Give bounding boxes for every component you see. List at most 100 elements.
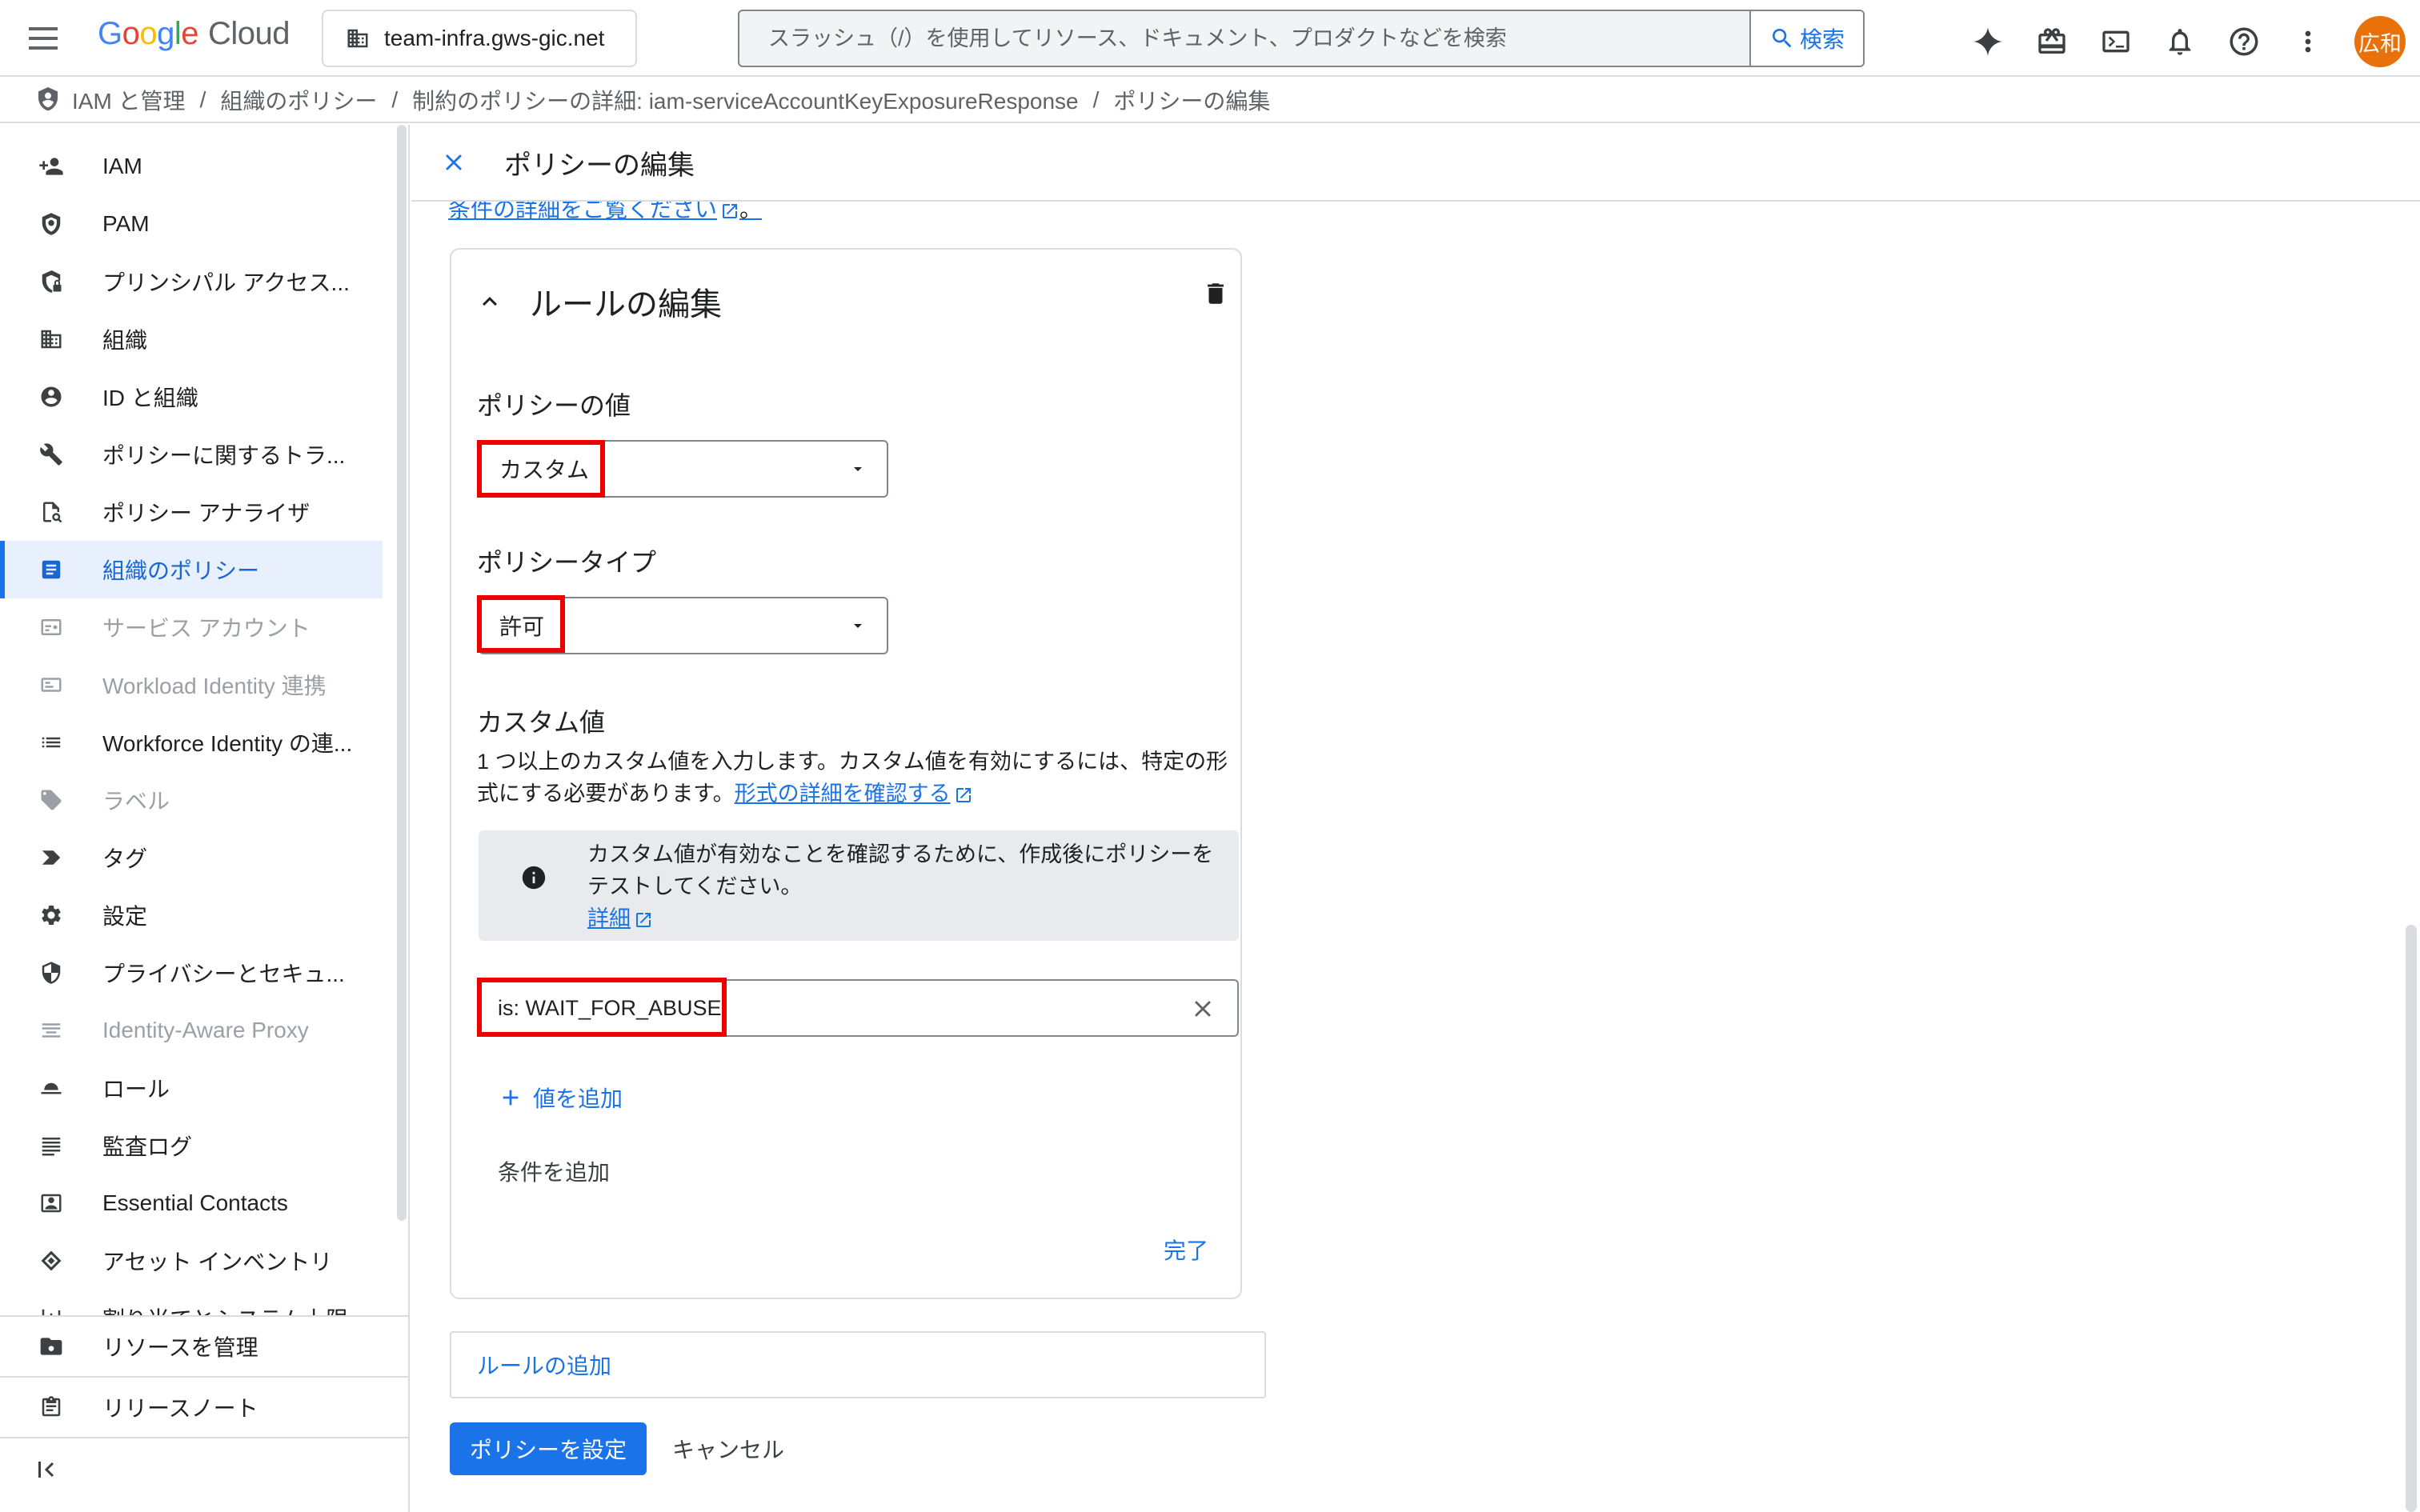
info-icon — [520, 864, 547, 891]
sidebar-item[interactable]: タグ — [0, 829, 383, 886]
sidebar-item-label: IAM — [102, 154, 142, 178]
sidebar-item-release-notes[interactable]: リリースノート — [0, 1376, 408, 1437]
shield-icon — [37, 210, 66, 238]
logo-letter: G — [98, 16, 122, 51]
cancel-button[interactable]: キャンセル — [672, 1422, 784, 1475]
breadcrumb-item[interactable]: 組織のポリシー — [220, 84, 377, 116]
chevron-up-icon[interactable] — [475, 287, 504, 316]
sidebar-item[interactable]: ロール — [0, 1059, 383, 1117]
dropdown-arrow-icon — [848, 616, 867, 635]
sidebar-item[interactable]: Workload Identity 連携 — [0, 656, 383, 714]
add-condition-button[interactable]: 条件を追加 — [498, 1155, 610, 1187]
sidebar-item[interactable]: 割り当てとシステム上限 — [0, 1290, 383, 1315]
search-icon — [1769, 26, 1795, 51]
sidebar-item[interactable]: PAM — [0, 195, 383, 253]
search-input[interactable] — [739, 11, 1749, 66]
sidebar-item-label: ロール — [102, 1077, 170, 1102]
logo-letter: e — [181, 16, 199, 51]
done-button[interactable]: 完了 — [1164, 1234, 1208, 1266]
sidebar-item[interactable]: IAM — [0, 138, 383, 195]
policy-type-selected: 許可 — [499, 614, 545, 639]
sidebar-item[interactable]: ポリシー アナライザ — [0, 483, 383, 541]
panel-header: ポリシーの編集 — [411, 125, 2420, 202]
custom-values-description: 1 つ以上のカスタム値を入力します。カスタム値を有効にするには、特定の形式にする… — [477, 746, 1229, 810]
sidebar-item-label: サービス アカウント — [102, 616, 311, 641]
sidebar-item-label: Essential Contacts — [102, 1190, 288, 1215]
cloud-shell-icon[interactable] — [2098, 19, 2134, 64]
breadcrumb-separator: / — [391, 87, 399, 112]
sidebar-item-label: Identity-Aware Proxy — [102, 1018, 309, 1042]
more-vert-icon[interactable] — [2290, 19, 2326, 64]
search-bar: 検索 — [738, 10, 1865, 67]
sidebar-item-manage-resources[interactable]: リソースを管理 — [0, 1315, 408, 1376]
dropdown-arrow-icon — [848, 459, 867, 478]
policy-type-label: ポリシータイプ — [477, 548, 657, 577]
sidebar-item[interactable]: 組織のポリシー — [0, 541, 383, 598]
sidebar-item[interactable]: アセット インベントリ — [0, 1232, 383, 1290]
custom-value-input[interactable]: is: WAIT_FOR_ABUSE — [479, 979, 1239, 1037]
breadcrumb: IAM と管理 / 組織のポリシー / 制約のポリシーの詳細: iam-serv… — [0, 78, 2420, 123]
set-policy-button[interactable]: ポリシーを設定 — [450, 1422, 647, 1475]
domain-icon — [346, 26, 370, 50]
policy-value-select[interactable]: カスタム — [479, 440, 888, 498]
delete-icon[interactable] — [1202, 280, 1229, 307]
policy-type-select[interactable]: 許可 — [479, 597, 888, 654]
search-button[interactable]: 検索 — [1749, 11, 1863, 66]
main-menu-icon[interactable] — [26, 21, 61, 56]
add-rule-button[interactable]: ルールの追加 — [450, 1331, 1266, 1398]
collapse-sidebar-button[interactable] — [0, 1437, 408, 1501]
add-value-label: 値を追加 — [533, 1086, 623, 1111]
external-link-icon — [720, 202, 739, 221]
iap-icon — [37, 1016, 66, 1045]
custom-values-label: カスタム値 — [477, 708, 606, 737]
info-text-block: カスタム値が有効なことを確認するために、作成後にポリシーをテストしてください。 … — [587, 838, 1228, 934]
tag-icon — [37, 843, 66, 872]
logo-letter: o — [139, 16, 158, 51]
sidebar-item[interactable]: Workforce Identity の連... — [0, 714, 383, 771]
sidebar-item[interactable]: プライバシーとセキュ... — [0, 944, 383, 1002]
sidebar-item-label: ラベル — [102, 789, 170, 814]
sidebar-item-label: 組織 — [102, 328, 148, 353]
sidebar-item[interactable]: 監査ログ — [0, 1117, 383, 1174]
gift-icon[interactable] — [2034, 19, 2069, 64]
asset-inventory-icon — [37, 1246, 66, 1275]
sidebar-item-label: リソースを管理 — [102, 1335, 258, 1360]
service-account-icon — [37, 613, 66, 642]
sidebar-item[interactable]: Identity-Aware Proxy — [0, 1002, 383, 1059]
sidebar-item[interactable]: ラベル — [0, 771, 383, 829]
project-picker[interactable]: team-infra.gws-gic.net — [322, 10, 637, 67]
plus-icon — [498, 1085, 523, 1110]
shield-lock-icon — [37, 267, 66, 296]
close-icon[interactable] — [440, 149, 467, 176]
external-link-icon — [634, 910, 653, 930]
sidebar-item[interactable]: サービス アカウント — [0, 598, 383, 656]
sidebar-item[interactable]: プリンシパル アクセス... — [0, 253, 383, 310]
sidebar-item-label: Workforce Identity の連... — [102, 731, 353, 756]
info-text: カスタム値が有効なことを確認するために、作成後にポリシーをテストしてください。 — [587, 842, 1214, 898]
info-link-row: 詳細 — [587, 902, 1228, 934]
clear-icon[interactable] — [1189, 995, 1216, 1022]
gemini-icon[interactable] — [1970, 19, 2005, 64]
avatar[interactable]: 広和 — [2354, 16, 2406, 67]
format-details-link[interactable]: 形式の詳細を確認する — [735, 782, 951, 806]
sidebar-item-label: ID と組織 — [102, 386, 198, 410]
breadcrumb-item[interactable]: IAM と管理 — [72, 84, 186, 116]
sidebar-item[interactable]: 設定 — [0, 886, 383, 944]
sidebar-scrollbar[interactable] — [397, 125, 407, 1221]
google-cloud-logo[interactable]: G o o g l e Cloud — [98, 16, 290, 52]
main-scrollbar[interactable] — [2406, 925, 2417, 1512]
notifications-icon[interactable] — [2162, 19, 2198, 64]
sidebar-item[interactable]: ポリシーに関するトラ... — [0, 426, 383, 483]
id-card-icon — [37, 670, 66, 699]
policy-value-label: ポリシーの値 — [477, 391, 631, 420]
sidebar-item-label: プリンシパル アクセス... — [102, 270, 350, 295]
info-details-link[interactable]: 詳細 — [587, 906, 631, 930]
sidebar-nav: IAM PAM プリンシパル アクセス... 組織 ID と組織ポリシーに関するトラ..… — [0, 125, 397, 1315]
sidebar-item[interactable]: ID と組織 — [0, 368, 383, 426]
sidebar-item[interactable]: Essential Contacts — [0, 1174, 383, 1232]
sidebar-item[interactable]: 組織 — [0, 310, 383, 368]
add-value-button[interactable]: 値を追加 — [498, 1082, 623, 1114]
help-icon[interactable] — [2226, 19, 2262, 64]
rule-header[interactable]: ルールの編集 — [475, 278, 722, 325]
breadcrumb-item[interactable]: 制約のポリシーの詳細: iam-serviceAccountKeyExposur… — [412, 84, 1078, 116]
